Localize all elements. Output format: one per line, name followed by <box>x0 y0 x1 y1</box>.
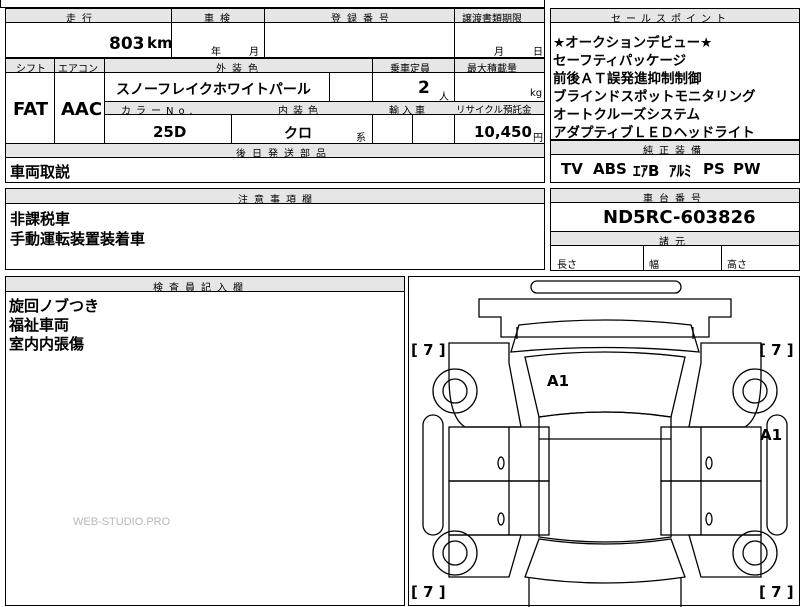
sales-point-1: ★オークションデビュー★ <box>553 35 713 51</box>
inspection-year: 年 <box>211 47 221 58</box>
max-load-unit: kg <box>530 88 543 99</box>
car-outline <box>422 280 788 607</box>
inspector-line-2: 福祉車両 <box>9 316 70 334</box>
exterior-color-value: スノーフレイクホワイトパール <box>116 82 311 98</box>
interior-color-header: 内装色 <box>278 106 323 117</box>
recycle-unit: 円 <box>533 133 543 144</box>
mileage-unit: km <box>147 34 173 52</box>
dimension-width: 幅 <box>649 260 659 271</box>
inspector-block: 検査員記入欄 旋回ノブつき 福祉車両 室内内張傷 WEB-STUDIO.PRO <box>5 276 405 606</box>
equipment-block: 純正装備 TV ABS ｴｱB ｱﾙﾐ PS PW <box>550 140 800 183</box>
equipment-tv: TV <box>561 160 583 178</box>
mark-windshield: A1 <box>547 372 570 390</box>
notes-block: 注意事項欄 非課税車 手動運転装置装着車 <box>5 188 545 270</box>
dimension-length: 長さ <box>557 260 577 271</box>
sales-point-header: セールスポイント <box>611 14 731 25</box>
equipment-alloy: ｱﾙﾐ <box>669 162 692 180</box>
top-cut-row <box>0 0 545 8</box>
dimensions-header: 諸元 <box>659 237 691 248</box>
aircon-value: AAC <box>61 99 103 120</box>
mileage-block: 走行 車検 登録番号 譲渡書類期限 803 km 年 月 月 日 <box>5 8 545 58</box>
capacity-value: 2 <box>418 78 430 98</box>
chassis-header: 車台番号 <box>643 194 707 205</box>
car-diagram: [ 7 ] [ 7 ] [ 7 ] [ 7 ] A1 A1 <box>408 276 800 607</box>
interior-color-suffix: 系 <box>356 133 366 144</box>
sales-point-4: ブラインドスポットモニタリング <box>553 89 756 105</box>
interior-color-value: クロ <box>284 126 312 142</box>
sales-point-3: 前後ＡＴ誤発進抑制制御 <box>553 71 702 87</box>
color-no-header: カラーNo. <box>121 106 198 117</box>
mark-rear-right: [ 7 ] <box>759 583 794 601</box>
transfer-month: 月 <box>494 47 504 58</box>
sales-point-2: セーフティパッケージ <box>553 53 687 69</box>
equipment-ps: PS <box>703 160 725 178</box>
aircon-header: エアコン <box>58 64 98 75</box>
inspection-header: 車検 <box>204 14 236 25</box>
import-header: 輸入車 <box>389 106 428 117</box>
dimensions-block: 諸元 長さ 幅 高さ <box>550 231 800 271</box>
registration-header: 登録番号 <box>331 14 395 25</box>
capacity-header: 乗車定員 <box>390 64 430 75</box>
watermark: WEB-STUDIO.PRO <box>73 516 171 528</box>
inspector-line-1: 旋回ノブつき <box>9 297 100 315</box>
notes-line-1: 非課税車 <box>10 210 71 228</box>
exterior-color-header: 外装色 <box>216 64 264 75</box>
equipment-pw: PW <box>733 160 761 178</box>
later-parts-value: 車両取説 <box>10 163 71 181</box>
later-parts-block: 後日発送部品 車両取説 <box>5 143 545 183</box>
transfer-deadline-header: 譲渡書類期限 <box>462 14 522 25</box>
notes-line-2: 手動運転装置装着車 <box>10 230 146 248</box>
max-load-header: 最大積載量 <box>467 64 517 75</box>
sales-point-5: オートクルーズシステム <box>553 107 701 123</box>
sales-points-block: セールスポイント ★オークションデビュー★ セーフティパッケージ 前後ＡＴ誤発進… <box>550 8 800 141</box>
color-no-value: 25D <box>153 123 187 141</box>
equipment-header: 純正装備 <box>643 146 707 157</box>
mark-front-right: [ 7 ] <box>759 341 794 359</box>
dimension-height: 高さ <box>727 260 747 271</box>
sales-point-6: アダプティブＬＥＤヘッドライト <box>553 125 755 141</box>
spec-block: シフト エアコン 外装色 乗車定員 最大積載量 カラーNo. 内装色 輸入車 リ… <box>5 58 545 144</box>
mark-front-left: [ 7 ] <box>411 341 446 359</box>
inspector-header: 検査員記入欄 <box>153 283 249 294</box>
mileage-value: 803 <box>109 34 145 54</box>
equipment-airbag: ｴｱB <box>633 162 660 180</box>
recycle-value: 10,450 <box>474 123 532 141</box>
mark-rear-left: [ 7 ] <box>411 583 446 601</box>
recycle-header: リサイクル預託金 <box>456 105 532 116</box>
equipment-abs: ABS <box>593 160 627 178</box>
chassis-value: ND5RC-603826 <box>603 207 756 228</box>
shift-value: FAT <box>13 99 49 120</box>
chassis-block: 車台番号 ND5RC-603826 <box>550 188 800 232</box>
shift-header: シフト <box>16 64 46 75</box>
capacity-unit: 人 <box>439 92 449 103</box>
mileage-header: 走行 <box>66 14 98 25</box>
later-parts-header: 後日発送部品 <box>236 149 332 160</box>
mark-right-side: A1 <box>760 426 783 444</box>
notes-header: 注意事項欄 <box>238 195 318 206</box>
transfer-day: 日 <box>533 47 543 58</box>
inspection-month: 月 <box>249 47 259 58</box>
inspector-line-3: 室内内張傷 <box>9 335 85 353</box>
